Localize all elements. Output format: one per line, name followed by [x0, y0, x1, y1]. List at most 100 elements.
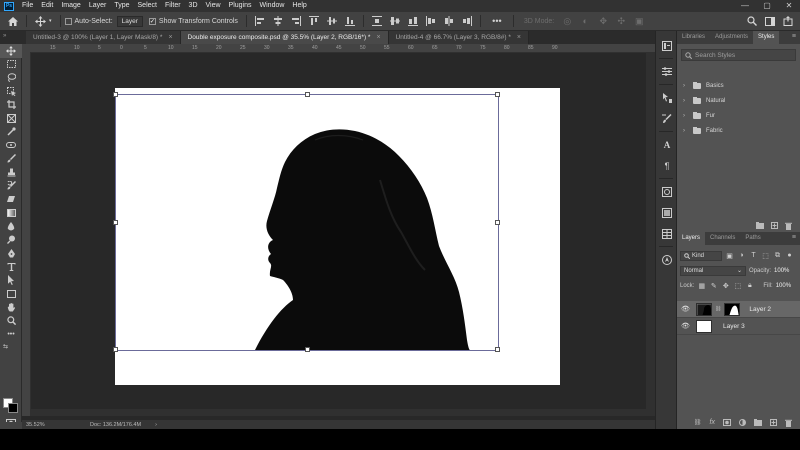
- trash-icon[interactable]: [785, 419, 792, 427]
- menu-layer[interactable]: Layer: [85, 0, 111, 12]
- workspace-icon[interactable]: [761, 13, 779, 29]
- transform-handle[interactable]: [495, 220, 500, 225]
- document-tab-active[interactable]: Double exposure composite.psd @ 35.5% (L…: [180, 31, 389, 44]
- menu-type[interactable]: Type: [110, 0, 133, 12]
- pen-tool-icon[interactable]: [0, 247, 22, 261]
- path-selection-tool-icon[interactable]: [0, 274, 22, 288]
- actions-panel-icon[interactable]: [656, 87, 678, 108]
- document-tab[interactable]: Untitled-3 @ 100% (Layer 1, Layer Mask/8…: [26, 31, 181, 44]
- trash-icon[interactable]: [785, 222, 792, 230]
- search-styles-input[interactable]: Search Styles: [681, 49, 796, 61]
- background-color-swatch[interactable]: [8, 403, 18, 413]
- menu-window[interactable]: Window: [256, 0, 289, 12]
- history-brush-tool-icon[interactable]: [0, 179, 22, 193]
- visibility-eye-icon[interactable]: 👁︎: [681, 305, 690, 313]
- style-group-basics[interactable]: › Basics: [677, 78, 800, 93]
- paragraph-panel-icon[interactable]: ¶: [656, 155, 678, 176]
- filter-shape-icon[interactable]: ⬚: [761, 252, 770, 260]
- visibility-eye-icon[interactable]: 👁︎: [681, 322, 690, 330]
- more-options-button[interactable]: •••: [485, 13, 509, 29]
- style-group-fur[interactable]: › Fur: [677, 108, 800, 123]
- panel-menu-icon[interactable]: ≡: [792, 234, 796, 241]
- spot-healing-brush-icon[interactable]: [0, 139, 22, 153]
- align-bottom-icon[interactable]: [341, 13, 359, 29]
- align-top-icon[interactable]: [305, 13, 323, 29]
- minimize-button[interactable]: —: [734, 0, 756, 12]
- lasso-tool-icon[interactable]: [0, 71, 22, 85]
- type-tool-icon[interactable]: [0, 260, 22, 274]
- home-icon[interactable]: [4, 13, 22, 29]
- fill-value[interactable]: 100%: [776, 283, 791, 289]
- layer-style-fx-icon[interactable]: fx: [710, 419, 715, 426]
- drag-3d-icon[interactable]: ✥: [594, 13, 612, 29]
- filter-toggle-icon[interactable]: ●: [785, 252, 794, 259]
- lock-image-icon[interactable]: ✎: [709, 282, 718, 290]
- character-panel-icon[interactable]: A: [656, 134, 678, 155]
- layer-row-layer-3[interactable]: 👁︎ Layer 3: [677, 318, 800, 335]
- properties-panel-icon[interactable]: [656, 61, 678, 82]
- distribute-right-icon[interactable]: [458, 13, 476, 29]
- maximize-button[interactable]: ▢: [756, 0, 778, 12]
- zoom-level[interactable]: 35.52%: [22, 422, 62, 428]
- document-tab[interactable]: Untitled-4 @ 66.7% (Layer 3, RGB/8#) * ×: [388, 31, 529, 44]
- lock-position-icon[interactable]: ✥: [721, 282, 730, 290]
- auto-select-checkbox[interactable]: [64, 17, 72, 25]
- navigator-panel-icon[interactable]: [656, 249, 678, 270]
- close-tab-icon[interactable]: ×: [168, 31, 172, 44]
- opacity-value[interactable]: 100%: [774, 268, 789, 274]
- transform-handle[interactable]: [495, 347, 500, 352]
- filter-smart-object-icon[interactable]: ⧉: [773, 252, 782, 260]
- gradient-tool-icon[interactable]: [0, 206, 22, 220]
- tab-styles[interactable]: Styles: [753, 31, 780, 44]
- color-panel-icon[interactable]: [656, 202, 678, 223]
- distribute-bottom-icon[interactable]: [404, 13, 422, 29]
- brush-tool-icon[interactable]: [0, 152, 22, 166]
- layer-row-layer-2[interactable]: 👁︎ ⛓︎ Layer 2: [677, 301, 800, 318]
- panel-menu-icon[interactable]: ≡: [792, 33, 796, 40]
- transform-handle[interactable]: [113, 92, 118, 97]
- tab-layers[interactable]: Layers: [677, 232, 706, 245]
- more-tools-icon[interactable]: •••: [0, 328, 22, 342]
- slide-3d-icon[interactable]: ✣: [612, 13, 630, 29]
- show-transform-checkbox[interactable]: ✓: [148, 17, 156, 25]
- new-group-folder-icon[interactable]: [756, 222, 764, 229]
- crop-tool-icon[interactable]: [0, 98, 22, 112]
- adjustment-layer-icon[interactable]: [739, 419, 746, 426]
- clone-stamp-tool-icon[interactable]: [0, 166, 22, 180]
- filter-adjustment-icon[interactable]: ◑: [737, 252, 746, 259]
- tab-adjustments[interactable]: Adjustments: [710, 31, 753, 44]
- layer-mask-thumbnail[interactable]: [724, 302, 741, 316]
- eraser-tool-icon[interactable]: [0, 193, 22, 207]
- layer-filter-kind-dropdown[interactable]: Kind: [680, 250, 722, 261]
- distribute-center-icon[interactable]: [386, 13, 404, 29]
- distribute-vertical-icon[interactable]: [368, 13, 386, 29]
- share-icon[interactable]: [779, 13, 797, 29]
- orbit-3d-icon[interactable]: ◎: [558, 13, 576, 29]
- blend-mode-dropdown[interactable]: Normal ⌄: [680, 265, 746, 276]
- transform-handle[interactable]: [113, 220, 118, 225]
- status-menu-arrow[interactable]: ›: [141, 422, 157, 428]
- hand-tool-icon[interactable]: [0, 301, 22, 315]
- vertical-scrollbar[interactable]: [646, 53, 655, 416]
- menu-file[interactable]: File: [18, 0, 37, 12]
- search-icon[interactable]: [743, 13, 761, 29]
- horizontal-ruler[interactable]: 0 15 10 5 0 5 10 15 20 25 30 35 40 45 50…: [30, 44, 655, 53]
- move-tool-icon[interactable]: [31, 13, 49, 29]
- object-selection-tool-icon[interactable]: [0, 85, 22, 99]
- new-style-icon[interactable]: [771, 222, 778, 229]
- chevron-down-icon[interactable]: ▾: [49, 18, 52, 24]
- scale-3d-icon[interactable]: ▣: [630, 13, 648, 29]
- menu-help[interactable]: Help: [288, 0, 310, 12]
- frame-tool-icon[interactable]: [0, 112, 22, 126]
- rectangle-tool-icon[interactable]: [0, 287, 22, 301]
- swap-colors-icon[interactable]: ⇆: [0, 341, 22, 351]
- horizontal-scrollbar[interactable]: [31, 409, 646, 416]
- align-left-icon[interactable]: [251, 13, 269, 29]
- align-middle-vertical-icon[interactable]: [323, 13, 341, 29]
- marquee-tool-icon[interactable]: [0, 58, 22, 72]
- swatches-panel-icon[interactable]: [656, 223, 678, 244]
- auto-select-target-dropdown[interactable]: Layer: [116, 15, 143, 27]
- close-button[interactable]: ✕: [778, 0, 800, 12]
- roll-3d-icon[interactable]: ◐: [576, 13, 594, 29]
- menu-filter[interactable]: Filter: [161, 0, 185, 12]
